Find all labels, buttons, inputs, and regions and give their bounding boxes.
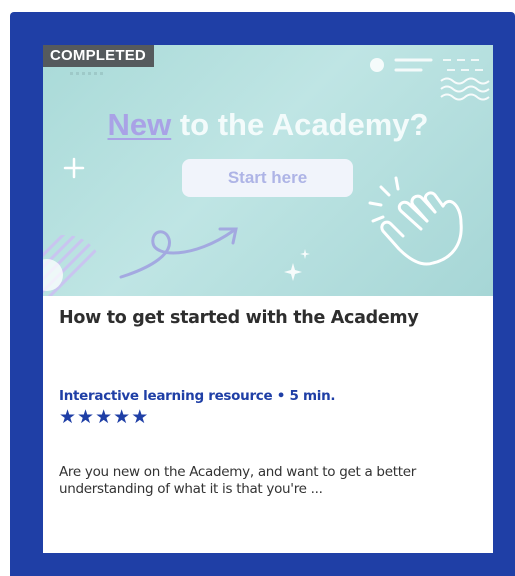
completed-badge: COMPLETED <box>43 45 154 67</box>
course-card[interactable]: COMPLETED New to the Academy? Start here… <box>43 45 493 553</box>
banner-headline: New to the Academy? <box>43 107 493 143</box>
star-icon: ★ <box>113 407 131 428</box>
star-icon: ★ <box>131 407 149 428</box>
banner-headline-rest: to the Academy? <box>171 107 429 142</box>
banner-headline-accent: New <box>107 107 172 142</box>
star-icon: ★ <box>95 407 113 428</box>
star-rating: ★ ★ ★ ★ ★ <box>59 408 148 428</box>
card-title[interactable]: How to get started with the Academy <box>59 308 419 328</box>
start-here-button[interactable]: Start here <box>182 159 353 197</box>
card-description: Are you new on the Academy, and want to … <box>59 464 416 497</box>
star-icon: ★ <box>77 407 95 428</box>
course-banner-image[interactable]: COMPLETED New to the Academy? Start here <box>43 45 493 296</box>
hand-pointer-icon <box>368 176 463 266</box>
star-icon: ★ <box>59 407 77 428</box>
resource-meta: Interactive learning resource • 5 min. <box>59 388 336 404</box>
